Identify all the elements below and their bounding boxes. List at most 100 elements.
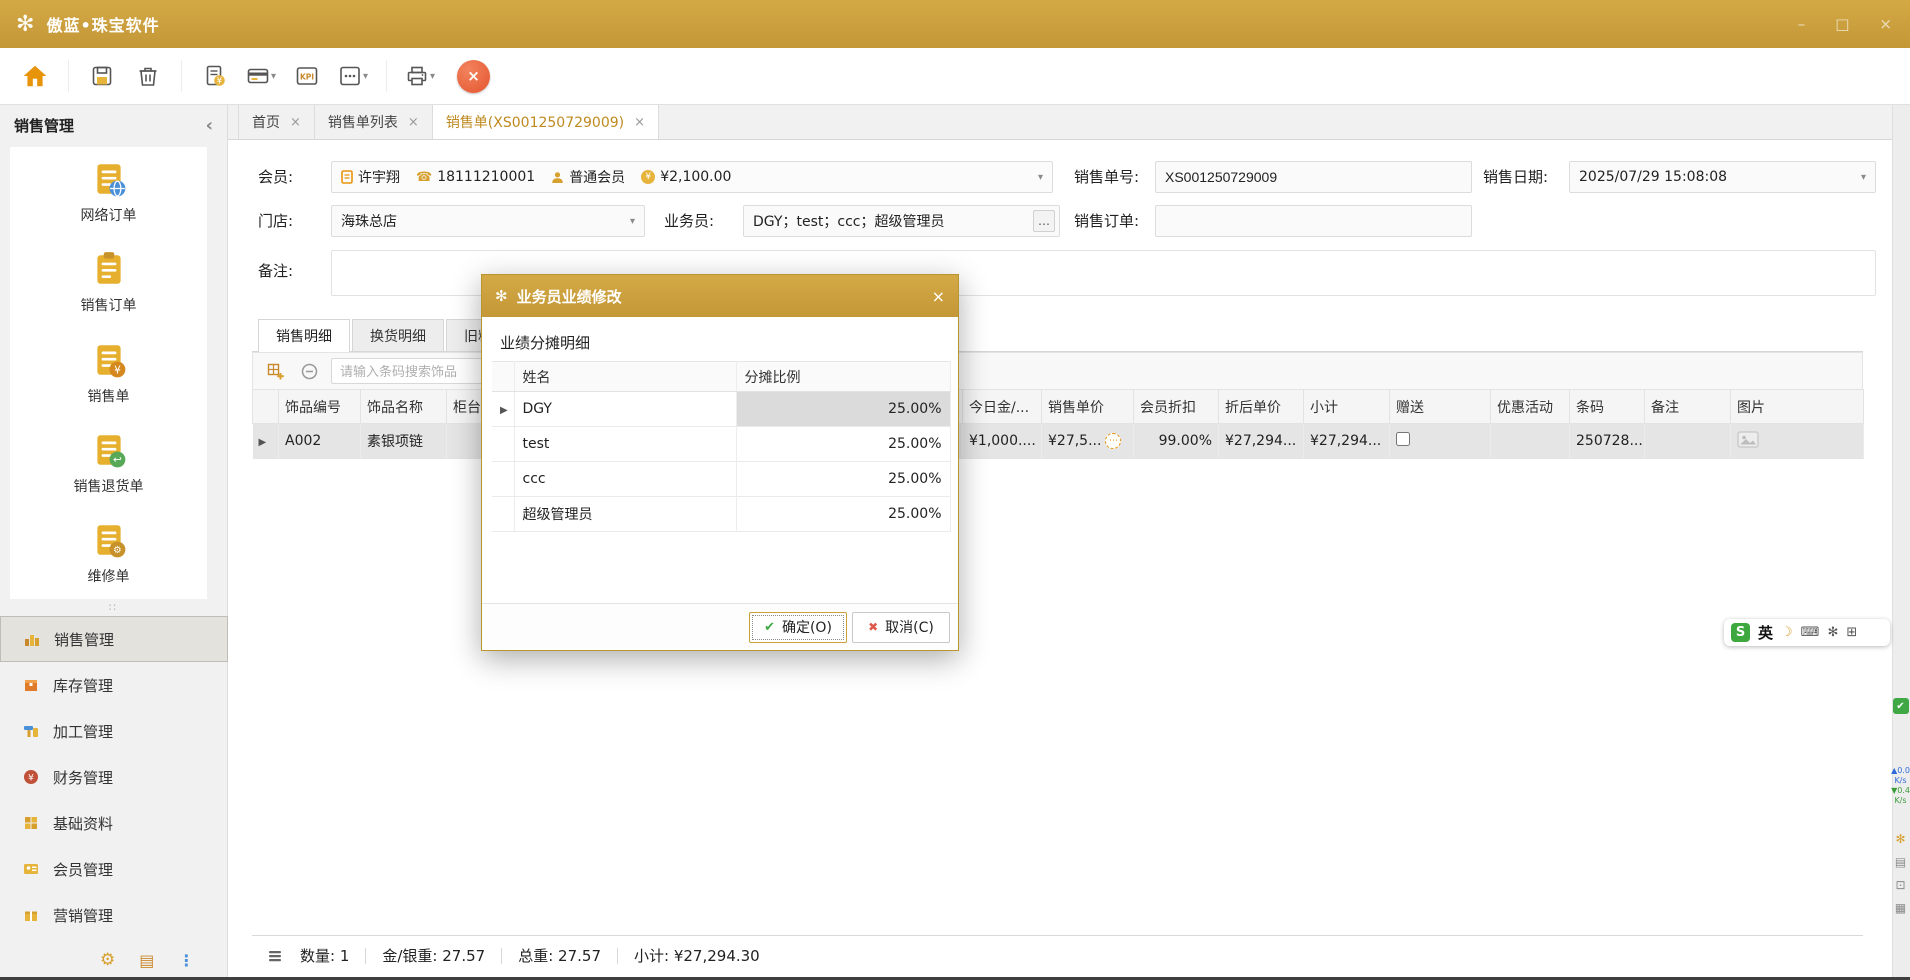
cell-ratio[interactable]: 25.00% xyxy=(736,427,950,462)
sidebar-item-inventory-mgmt[interactable]: 库存管理 xyxy=(0,662,228,708)
sidebar-item-sales-mgmt[interactable]: 销售管理 xyxy=(0,616,228,662)
price-more-icon[interactable]: ⋯ xyxy=(1105,433,1121,449)
ratio-column-header[interactable]: 分摊比例 xyxy=(736,362,950,392)
tab-close-icon[interactable]: × xyxy=(634,115,645,130)
window-close-icon[interactable]: × xyxy=(1879,15,1892,33)
remove-item-button[interactable] xyxy=(297,359,321,383)
allocation-row[interactable]: ▶ DGY 25.00% xyxy=(492,392,950,427)
sidebar-item-processing-mgmt[interactable]: 加工管理 xyxy=(0,708,228,754)
sidebar-item-marketing-mgmt[interactable]: 营销管理 xyxy=(0,892,228,938)
picture-icon[interactable] xyxy=(1737,431,1759,448)
safety-check-icon[interactable]: ✔ xyxy=(1893,698,1909,714)
maximize-icon[interactable]: □ xyxy=(1835,15,1849,33)
print-button[interactable]: ▾ xyxy=(399,55,441,97)
exit-button[interactable]: × xyxy=(457,60,490,93)
column-header[interactable]: 销售单价 xyxy=(1042,390,1134,424)
shortcut-sales-return[interactable]: ↩ 销售退货单 xyxy=(10,418,207,508)
column-header[interactable]: 图片 xyxy=(1731,390,1864,424)
card-pay-button[interactable]: ▾ xyxy=(240,55,282,97)
network-speed-widget[interactable]: ▲0.0 K/s ▼0.4 K/s xyxy=(1891,766,1910,806)
settings-gear-icon[interactable]: ⚙ xyxy=(100,950,115,970)
shortcut-sales-orders[interactable]: 销售订单 xyxy=(10,237,207,327)
sidebar-item-finance-mgmt[interactable]: ¥ 财务管理 xyxy=(0,754,228,800)
tab-exchange-detail[interactable]: 换货明细 xyxy=(352,319,444,351)
cell-ratio[interactable]: 25.00% xyxy=(736,497,950,532)
allocation-row[interactable]: ccc 25.00% xyxy=(492,462,950,497)
store-combo[interactable]: 海珠总店 ▾ xyxy=(331,205,645,237)
ok-button[interactable]: ✔ 确定(O) xyxy=(749,612,847,643)
toolbox-icon[interactable]: ⊞ xyxy=(1846,625,1857,640)
salesman-field[interactable]: DGY；test；ccc；超级管理员 … xyxy=(743,205,1060,237)
minimize-icon[interactable]: – xyxy=(1798,15,1806,33)
column-header[interactable]: 饰品编号 xyxy=(279,390,361,424)
save-button[interactable] xyxy=(81,55,123,97)
night-mode-icon[interactable]: ☽ xyxy=(1781,625,1793,640)
panel-icon-1[interactable]: ▤ xyxy=(1895,855,1906,869)
archive-icon[interactable]: ▤ xyxy=(139,951,154,970)
cell-barcode: 250728... xyxy=(1570,424,1645,459)
more-dots-icon[interactable]: ⋮ xyxy=(178,951,194,970)
sales-order-input[interactable] xyxy=(1155,205,1472,237)
order-no-input[interactable] xyxy=(1155,161,1472,193)
add-item-button[interactable] xyxy=(263,359,287,383)
cell-ratio[interactable]: 25.00% xyxy=(736,462,950,497)
shortcut-online-orders[interactable]: 网络订单 xyxy=(10,147,207,237)
tab-close-icon[interactable]: × xyxy=(408,115,419,130)
allocation-table: 姓名 分摊比例 ▶ DGY 25.00% test 25.00% ccc xyxy=(492,361,951,532)
delete-button[interactable] xyxy=(127,55,169,97)
shortcut-repair-slip[interactable]: ⚙ 维修单 xyxy=(10,509,207,599)
allocation-row[interactable]: test 25.00% xyxy=(492,427,950,462)
column-header[interactable]: 小计 xyxy=(1304,390,1390,424)
member-combo[interactable]: 许宇翔 ☎ 18111210001 普通会员 ¥ ¥2,100.00 ▾ xyxy=(331,161,1053,193)
bar-chart-icon xyxy=(23,630,41,648)
column-header[interactable]: 优惠活动 xyxy=(1491,390,1570,424)
gift-checkbox[interactable] xyxy=(1396,432,1410,446)
cell-picture xyxy=(1731,424,1864,459)
tab-home[interactable]: 首页 × xyxy=(238,105,315,139)
tab-sales-slip[interactable]: 销售单(XS001250729009) × xyxy=(433,105,659,139)
ok-button-label: 确定(O) xyxy=(782,617,832,637)
column-header[interactable]: 饰品名称 xyxy=(361,390,447,424)
flower-icon[interactable]: ✻ xyxy=(1895,832,1905,846)
kpi-button[interactable]: KPI xyxy=(286,55,328,97)
panel-icon-2[interactable]: ⊡ xyxy=(1895,878,1905,892)
more-actions-button[interactable]: ▾ xyxy=(332,55,374,97)
salesman-more-button[interactable]: … xyxy=(1033,210,1055,232)
layers-icon[interactable] xyxy=(266,947,284,965)
remark-label: 备注: xyxy=(258,255,293,287)
salesman-label: 业务员: xyxy=(664,205,714,237)
panel-icon-3[interactable]: ▦ xyxy=(1895,901,1906,915)
tab-sales-list[interactable]: 销售单列表 × xyxy=(315,105,433,139)
status-quantity: 数量: 1 xyxy=(300,945,349,966)
cell-ratio[interactable]: 25.00% xyxy=(736,392,950,427)
dialog-close-icon[interactable]: × xyxy=(932,287,945,306)
allocation-row[interactable]: 超级管理员 25.00% xyxy=(492,497,950,532)
column-header[interactable]: 今日金/... xyxy=(963,390,1042,424)
column-header[interactable]: 条码 xyxy=(1570,390,1645,424)
row-expand-icon[interactable]: ▶ xyxy=(259,437,267,448)
status-gold-weight: 金/银重: 27.57 xyxy=(382,945,485,966)
keyboard-icon[interactable]: ⌨ xyxy=(1801,625,1820,640)
column-header[interactable]: 备注 xyxy=(1645,390,1731,424)
sidebar-collapse-icon[interactable]: ‹ xyxy=(206,115,213,136)
sidebar-item-label: 库存管理 xyxy=(53,675,113,696)
column-header[interactable]: 折后单价 xyxy=(1219,390,1304,424)
name-column-header[interactable]: 姓名 xyxy=(514,362,736,392)
store-label: 门店: xyxy=(258,205,293,237)
skin-icon[interactable]: ✻ xyxy=(1827,625,1838,640)
sidebar-item-member-mgmt[interactable]: 会员管理 xyxy=(0,846,228,892)
sale-date-picker[interactable]: 2025/07/29 15:08:08 ▾ xyxy=(1569,161,1876,193)
shortcut-sales-slip[interactable]: ¥ 销售单 xyxy=(10,328,207,418)
sidebar-splitter-handle[interactable]: ∷ xyxy=(0,601,227,614)
column-header[interactable]: 赠送 xyxy=(1390,390,1491,424)
dialog-header[interactable]: ✻ 业务员业绩修改 × xyxy=(482,275,958,317)
sogou-logo-icon[interactable]: S xyxy=(1731,623,1750,642)
column-header[interactable]: 会员折扣 xyxy=(1134,390,1219,424)
sale-invoice-button[interactable]: ¥ xyxy=(194,55,236,97)
tab-sales-detail[interactable]: 销售明细 xyxy=(258,319,350,352)
cancel-button[interactable]: ✖ 取消(C) xyxy=(852,612,950,643)
ime-mode-indicator[interactable]: 英 xyxy=(1758,622,1773,643)
home-button[interactable] xyxy=(14,55,56,97)
tab-close-icon[interactable]: × xyxy=(290,115,301,130)
sidebar-item-basic-data[interactable]: 基础资料 xyxy=(0,800,228,846)
